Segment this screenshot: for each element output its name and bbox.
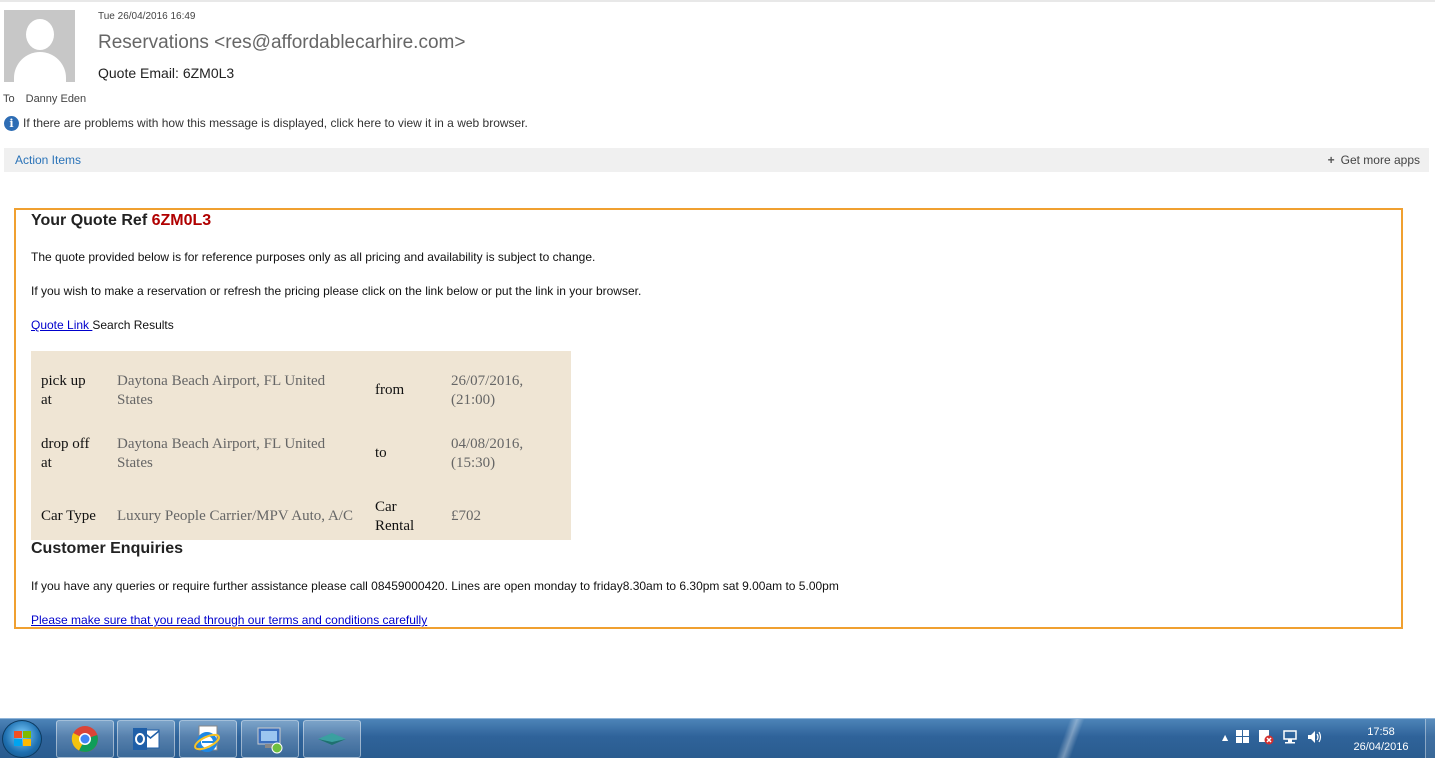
internet-explorer-taskbar-button[interactable]	[179, 720, 237, 758]
windows-flag-icon	[14, 731, 32, 748]
start-button[interactable]	[2, 720, 42, 758]
to-row: To Danny Eden	[3, 93, 86, 105]
search-results-text: Search Results	[92, 318, 174, 332]
car-type-label: Car Type	[41, 508, 96, 524]
table-row: drop off at Daytona Beach Airport, FL Un…	[31, 422, 561, 485]
system-tray: ▲	[1222, 729, 1322, 745]
quote-link[interactable]: Quote Link	[31, 318, 92, 332]
network-app-taskbar-button[interactable]	[241, 720, 299, 758]
outlook-taskbar-button[interactable]	[117, 720, 175, 758]
volume-icon[interactable]	[1306, 729, 1322, 745]
customer-enquiries-heading: Customer Enquiries	[31, 540, 184, 557]
outlook-icon	[133, 728, 160, 750]
terms-row: Please make sure that you read through o…	[31, 613, 427, 627]
action-items-button[interactable]: Action Items	[15, 153, 81, 167]
display-problem-text[interactable]: If there are problems with how this mess…	[23, 116, 528, 130]
windows-flag-tray-icon[interactable]	[1236, 730, 1250, 744]
quote-title-prefix: Your Quote Ref	[31, 212, 148, 229]
get-more-apps-button[interactable]: + Get more apps	[1328, 153, 1420, 167]
display-problem-notice[interactable]: i If there are problems with how this me…	[4, 115, 528, 131]
quote-container: Your Quote Ref 6ZM0L3 The quote provided…	[14, 208, 1403, 629]
clock-time: 17:58	[1367, 726, 1395, 738]
pickup-date: 26/07/2016, (21:00)	[451, 372, 524, 408]
to-label: to	[375, 445, 387, 461]
from-label: from	[375, 382, 405, 398]
action-center-warning-icon[interactable]	[1258, 729, 1274, 745]
chrome-taskbar-button[interactable]	[56, 720, 114, 758]
booking-details-table: pick up at Daytona Beach Airport, FL Uni…	[31, 351, 571, 540]
internet-explorer-icon	[194, 725, 220, 752]
chrome-icon	[71, 726, 98, 752]
email-sender[interactable]: Reservations <res@affordablecarhire.com>	[98, 32, 465, 54]
desktop-app-icon	[318, 733, 346, 745]
recipient-name[interactable]: Danny Eden	[26, 93, 87, 105]
table-row: pick up at Daytona Beach Airport, FL Uni…	[31, 359, 561, 422]
taskbar-clock[interactable]: 17:58 26/04/2016	[1344, 725, 1418, 755]
desktop-app-taskbar-button[interactable]	[303, 720, 361, 758]
show-desktop-button[interactable]	[1425, 719, 1435, 758]
car-rental-price: £702	[451, 508, 481, 524]
get-more-apps-label: Get more apps	[1340, 153, 1420, 167]
info-icon: i	[4, 115, 19, 131]
action-bar: Action Items + Get more apps	[4, 148, 1429, 172]
email-date: Tue 26/04/2016 16:49	[98, 11, 196, 22]
car-rental-label: Car Rental	[375, 498, 415, 534]
quote-link-row: Quote Link Search Results	[31, 318, 174, 332]
dropoff-location: Daytona Beach Airport, FL United States	[117, 435, 326, 471]
avatar-head-shape	[26, 19, 54, 50]
customer-enquiries-text: If you have any queries or require furth…	[31, 579, 839, 593]
dropoff-date: 04/08/2016, (15:30)	[451, 435, 524, 471]
pickup-label: pick up at	[41, 372, 86, 408]
taskbar-glare	[1040, 719, 1100, 758]
terms-link[interactable]: Please make sure that you read through o…	[31, 613, 427, 627]
show-hidden-icons-icon[interactable]: ▲	[1222, 733, 1228, 742]
avatar-body-shape	[14, 52, 66, 82]
email-subject: Quote Email: 6ZM0L3	[98, 65, 235, 81]
car-type-value: Luxury People Carrier/MPV Auto, A/C	[117, 508, 353, 524]
dropoff-label: drop off at	[41, 435, 90, 471]
table-row: Car Type Luxury People Carrier/MPV Auto,…	[31, 485, 561, 548]
taskbar: ▲ 17:58 26/04/2016	[0, 718, 1435, 758]
plus-icon: +	[1327, 153, 1335, 167]
window-top-border	[0, 0, 1435, 2]
network-manager-icon	[257, 727, 283, 754]
quote-disclaimer: The quote provided below is for referenc…	[31, 250, 596, 264]
quote-title: Your Quote Ref 6ZM0L3	[31, 212, 211, 230]
clock-date: 26/04/2016	[1353, 741, 1409, 753]
quote-instructions: If you wish to make a reservation or ref…	[31, 284, 642, 298]
sender-avatar	[4, 10, 75, 82]
pickup-location: Daytona Beach Airport, FL United States	[117, 372, 326, 408]
quote-ref: 6ZM0L3	[151, 212, 212, 229]
to-label: To	[3, 93, 15, 105]
network-icon[interactable]	[1282, 729, 1298, 745]
